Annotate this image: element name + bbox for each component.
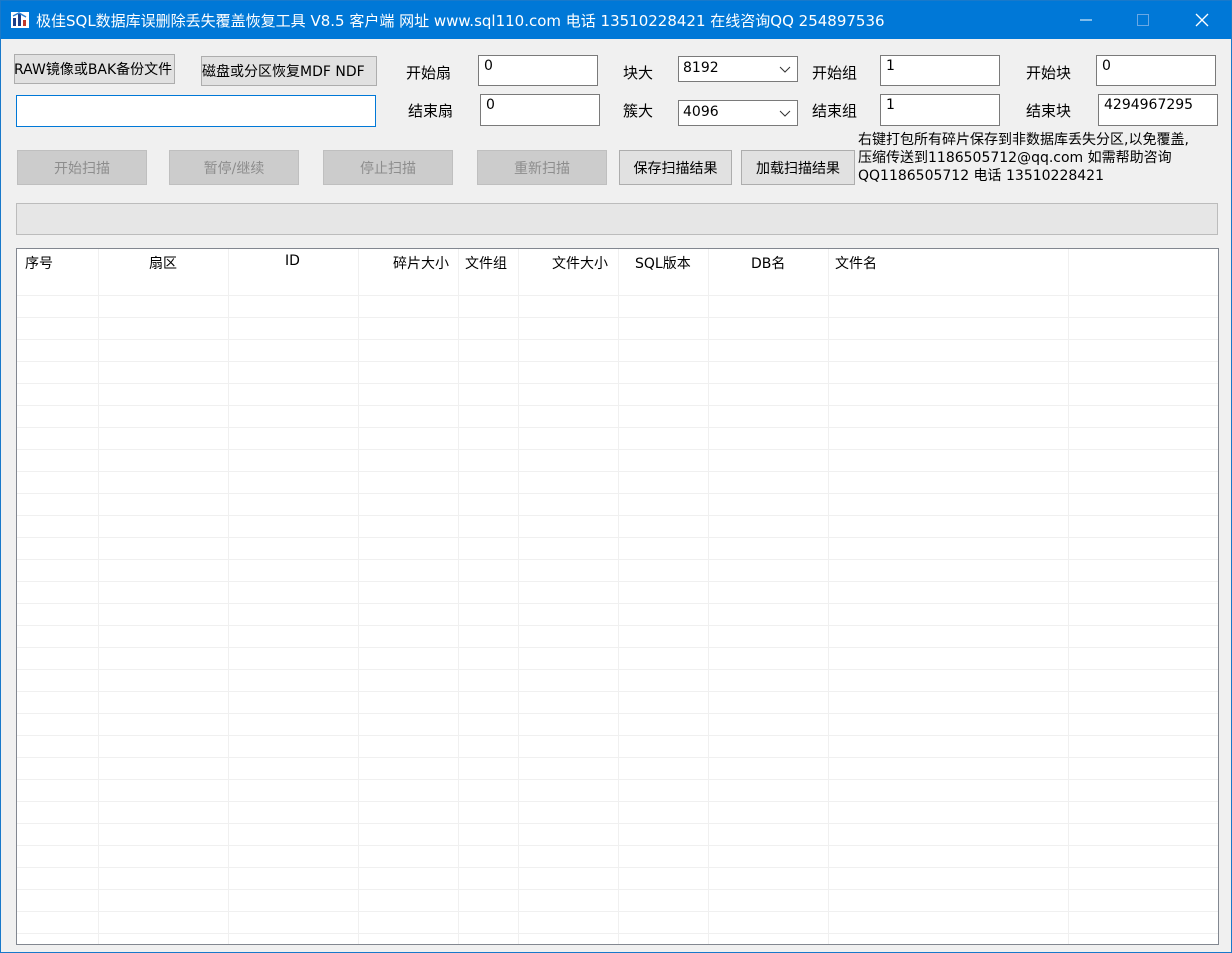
end-sector-input[interactable]: 0 <box>480 94 600 126</box>
grid-row-divider <box>17 559 1218 560</box>
grid-row-divider <box>17 427 1218 428</box>
grid-row-divider <box>17 801 1218 802</box>
help-info-line-2: 压缩传送到1186505712@qq.com 如需帮助咨询 <box>858 150 1172 166</box>
column-header-frag-size[interactable]: 碎片大小 <box>393 253 449 273</box>
grid-row-divider <box>17 471 1218 472</box>
column-header-filegroup[interactable]: 文件组 <box>465 253 507 273</box>
cluster-size-label: 簇大 <box>623 102 654 120</box>
grid-row-divider <box>17 361 1218 362</box>
grid-row-divider <box>17 867 1218 868</box>
grid-column-divider <box>228 249 229 944</box>
grid-column-divider <box>518 249 519 944</box>
grid-column-divider <box>708 249 709 944</box>
grid-row-divider <box>17 933 1218 934</box>
help-info-line-3: QQ1186505712 电话 13510228421 <box>858 168 1104 184</box>
grid-row-divider <box>17 757 1218 758</box>
block-size-value: 8192 <box>683 60 719 76</box>
end-block-input[interactable]: 4294967295 <box>1098 94 1218 126</box>
maximize-icon <box>1137 14 1149 26</box>
grid-row-divider <box>17 823 1218 824</box>
column-header-db-name[interactable]: DB名 <box>751 253 785 273</box>
rescan-button[interactable]: 重新扫描 <box>477 150 607 185</box>
block-size-select[interactable]: 8192 <box>678 56 798 82</box>
grid-row-divider <box>17 669 1218 670</box>
chevron-down-icon <box>779 110 791 117</box>
start-sector-label: 开始扇 <box>406 64 452 82</box>
grid-row-divider <box>17 581 1218 582</box>
column-header-sql-version[interactable]: SQL版本 <box>635 253 691 273</box>
open-raw-bak-button[interactable]: RAW镜像或BAK备份文件 <box>14 54 175 84</box>
grid-row-divider <box>17 603 1218 604</box>
grid-row-divider <box>17 691 1218 692</box>
start-sector-input[interactable]: 0 <box>478 55 598 86</box>
end-sector-label: 结束扇 <box>408 102 454 120</box>
start-block-input[interactable]: 0 <box>1096 55 1216 86</box>
grid-column-divider <box>618 249 619 944</box>
grid-row-divider <box>17 537 1218 538</box>
help-info-text: 右键打包所有碎片保存到非数据库丢失分区,以免覆盖, 压缩传送到118650571… <box>858 131 1189 185</box>
grid-row-divider <box>17 339 1218 340</box>
grid-row-divider <box>17 735 1218 736</box>
help-info-line-1: 右键打包所有碎片保存到非数据库丢失分区,以免覆盖, <box>858 132 1189 148</box>
pause-resume-button[interactable]: 暂停/继续 <box>169 150 299 185</box>
results-table[interactable]: 序号 扇区 ID 碎片大小 文件组 文件大小 SQL版本 DB名 文件名 <box>16 248 1219 945</box>
start-group-input[interactable]: 1 <box>880 55 1000 86</box>
grid-row-divider <box>17 625 1218 626</box>
block-size-label: 块大 <box>623 64 654 82</box>
column-header-sector[interactable]: 扇区 <box>149 253 177 273</box>
recover-from-disk-button[interactable]: 从磁盘或分区恢复MDF NDF <box>201 56 377 86</box>
path-input[interactable] <box>16 95 376 127</box>
close-button[interactable] <box>1173 1 1231 39</box>
grid-row-divider <box>17 317 1218 318</box>
grid-row-divider <box>17 911 1218 912</box>
window-title: 极佳SQL数据库误删除丢失覆盖恢复工具 V8.5 客户端 网址 www.sql1… <box>36 12 885 30</box>
start-scan-button[interactable]: 开始扫描 <box>17 150 147 185</box>
app-icon <box>11 12 29 28</box>
grid-row-divider <box>17 779 1218 780</box>
grid-row-divider <box>17 383 1218 384</box>
end-block-label: 结束块 <box>1026 102 1072 120</box>
save-results-button[interactable]: 保存扫描结果 <box>619 150 732 185</box>
open-raw-bak-label: RAW镜像或BAK备份文件 <box>14 62 173 78</box>
cluster-size-value: 4096 <box>683 104 719 120</box>
grid-row-divider <box>17 889 1218 890</box>
start-block-label: 开始块 <box>1026 64 1072 82</box>
grid-row-divider <box>17 295 1218 296</box>
end-group-input[interactable]: 1 <box>880 94 1000 126</box>
start-group-label: 开始组 <box>812 64 858 82</box>
minimize-icon <box>1080 19 1092 21</box>
grid-row-divider <box>17 405 1218 406</box>
scan-progress-bar <box>16 203 1218 235</box>
grid-column-divider <box>828 249 829 944</box>
minimize-button[interactable] <box>1057 1 1115 39</box>
grid-row-divider <box>17 647 1218 648</box>
grid-row-divider <box>17 493 1218 494</box>
grid-row-divider <box>17 515 1218 516</box>
title-bar: 极佳SQL数据库误删除丢失覆盖恢复工具 V8.5 客户端 网址 www.sql1… <box>1 1 1231 39</box>
grid-row-divider <box>17 713 1218 714</box>
grid-column-divider <box>358 249 359 944</box>
cluster-size-select[interactable]: 4096 <box>678 100 798 126</box>
end-group-label: 结束组 <box>812 102 858 120</box>
chevron-down-icon <box>779 66 791 73</box>
grid-column-divider <box>98 249 99 944</box>
load-results-button[interactable]: 加载扫描结果 <box>741 150 855 185</box>
grid-row-divider <box>17 449 1218 450</box>
column-header-index[interactable]: 序号 <box>25 253 53 273</box>
close-icon <box>1195 13 1209 27</box>
app-window: 极佳SQL数据库误删除丢失覆盖恢复工具 V8.5 客户端 网址 www.sql1… <box>0 0 1232 953</box>
grid-column-divider <box>458 249 459 944</box>
column-header-file-size[interactable]: 文件大小 <box>552 253 608 273</box>
grid-column-divider <box>1068 249 1069 944</box>
maximize-button[interactable] <box>1114 1 1172 39</box>
grid-row-divider <box>17 845 1218 846</box>
column-header-id[interactable]: ID <box>285 253 300 269</box>
recover-from-disk-label: 从磁盘或分区恢复MDF NDF <box>201 64 365 80</box>
column-header-file-name[interactable]: 文件名 <box>835 253 877 273</box>
stop-scan-button[interactable]: 停止扫描 <box>323 150 453 185</box>
